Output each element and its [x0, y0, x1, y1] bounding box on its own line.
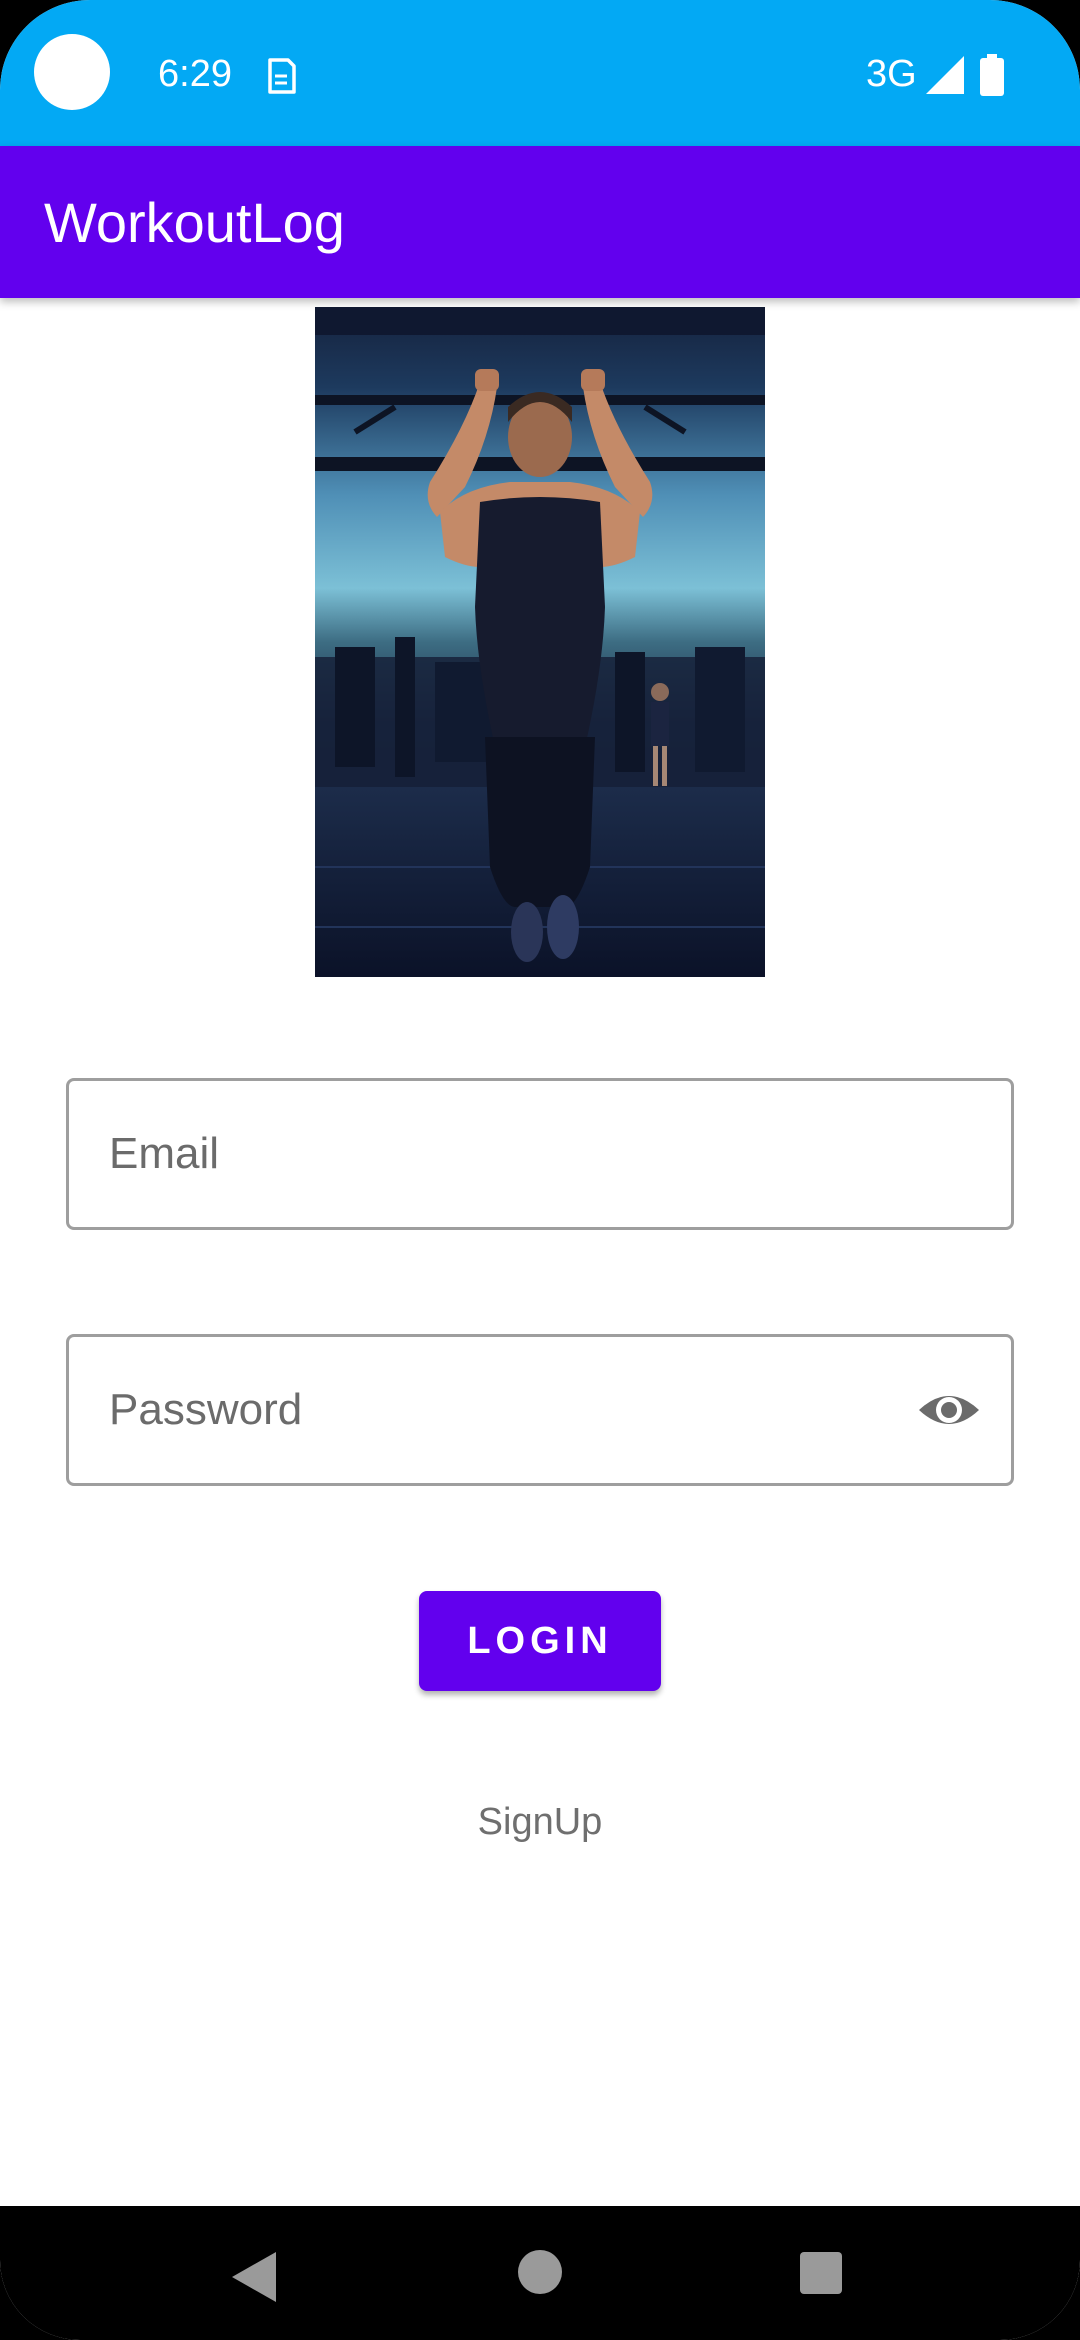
- eye-icon[interactable]: [917, 1378, 981, 1442]
- camera-cutout: [34, 34, 110, 110]
- home-circle-icon[interactable]: [518, 2250, 562, 2294]
- password-field[interactable]: [66, 1334, 1014, 1486]
- login-button[interactable]: LOGIN: [419, 1591, 661, 1691]
- phone-screen: 6:29 3G WorkoutLog Email LOGIN SignUp: [0, 0, 1080, 2340]
- signal-icon: [926, 56, 964, 94]
- status-bar: 6:29 3G: [0, 0, 1080, 146]
- back-triangle-icon[interactable]: [232, 2252, 276, 2302]
- battery-icon: [980, 54, 1004, 96]
- status-time: 6:29: [158, 53, 232, 95]
- network-type: 3G: [866, 53, 917, 95]
- recents-square-icon[interactable]: [800, 2252, 842, 2294]
- signup-link[interactable]: SignUp: [380, 1798, 700, 1846]
- app-title: WorkoutLog: [44, 191, 345, 254]
- hero-image: [315, 307, 765, 977]
- email-field[interactable]: [66, 1078, 1014, 1230]
- app-bar: WorkoutLog: [0, 146, 1080, 298]
- gym-pullup-photo: [315, 307, 765, 977]
- email-input[interactable]: [109, 1081, 929, 1227]
- navigation-bar: [0, 2206, 1080, 2340]
- sim-card-icon: [268, 58, 296, 94]
- password-input[interactable]: [109, 1337, 929, 1483]
